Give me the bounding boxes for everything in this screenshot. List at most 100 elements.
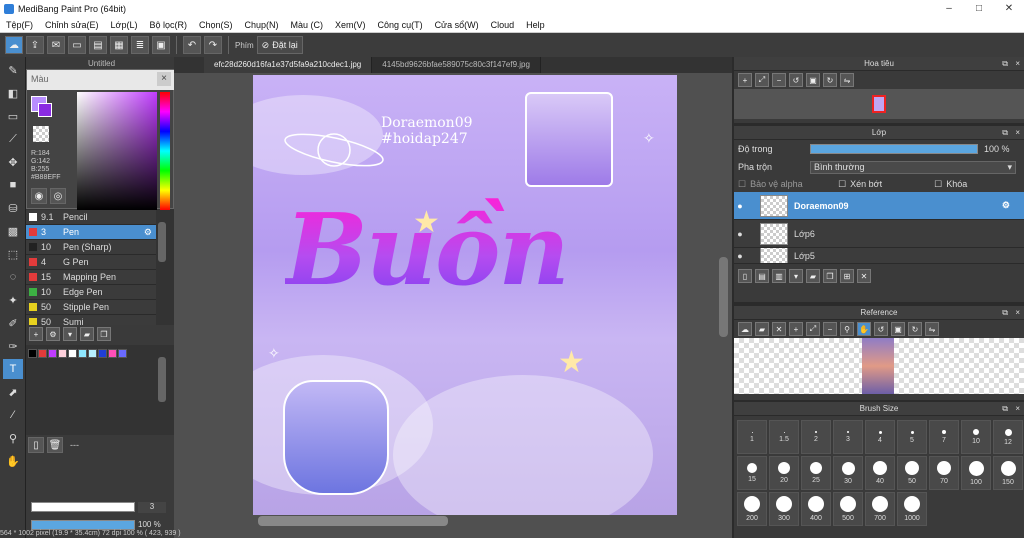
- layer-row[interactable]: ● Lớp6: [734, 220, 1024, 248]
- brush-size-value[interactable]: 3: [138, 502, 166, 513]
- protect-alpha-checkbox[interactable]: ☐: [738, 179, 746, 190]
- text-tool-icon[interactable]: T: [3, 359, 23, 379]
- menu-layer[interactable]: Lớp(L): [105, 20, 144, 30]
- popout-icon[interactable]: ⧉: [1002, 126, 1008, 140]
- brush-size-cell[interactable]: 20: [769, 456, 799, 490]
- share-icon[interactable]: ⇪: [26, 36, 44, 54]
- undo-icon[interactable]: ↶: [183, 36, 201, 54]
- cloud-icon[interactable]: ☁: [5, 36, 23, 54]
- gear-icon[interactable]: ⚙: [144, 227, 152, 238]
- brush-size-cell[interactable]: 700: [865, 492, 895, 526]
- menu-cloud[interactable]: Cloud: [485, 20, 521, 30]
- brush-size-slider[interactable]: [31, 502, 135, 512]
- color-wheel-icon[interactable]: ◎: [50, 188, 66, 204]
- brush-item[interactable]: 3 Pen ⚙: [26, 225, 156, 240]
- brush-item[interactable]: 4G Pen: [26, 255, 156, 270]
- brush-size-cell[interactable]: 5: [897, 420, 927, 454]
- brush-size-cell[interactable]: 200: [737, 492, 767, 526]
- grid-icon[interactable]: ▦: [110, 36, 128, 54]
- actual-size-icon[interactable]: ▣: [806, 73, 820, 87]
- hand-tool-icon[interactable]: ✋: [3, 451, 23, 471]
- palette-swatch[interactable]: [118, 349, 127, 358]
- brush-size-cell[interactable]: 40: [865, 456, 895, 490]
- menu-view[interactable]: Xem(V): [329, 20, 372, 30]
- flip-icon[interactable]: ⇋: [925, 322, 939, 336]
- copy-icon[interactable]: ❐: [97, 327, 111, 341]
- rectangle-tool-icon[interactable]: ▭: [3, 106, 23, 126]
- eyedropper-icon[interactable]: ⚲: [3, 428, 23, 448]
- menu-filter[interactable]: Bộ lọc(R): [143, 20, 193, 30]
- close-icon[interactable]: ×: [1015, 57, 1020, 71]
- duplicate-icon[interactable]: ❐: [823, 269, 837, 283]
- palette-scrollbar[interactable]: [158, 357, 166, 402]
- document-icon[interactable]: ▤: [89, 36, 107, 54]
- rotate-left-icon[interactable]: ↺: [789, 73, 803, 87]
- close-icon[interactable]: ×: [1015, 306, 1020, 320]
- brush-list-scrollbar[interactable]: [158, 222, 166, 262]
- zoom-out-icon[interactable]: −: [772, 73, 786, 87]
- new-8bit-layer-icon[interactable]: ▥: [772, 269, 786, 283]
- popout-icon[interactable]: ⧉: [1002, 57, 1008, 71]
- eye-icon[interactable]: ●: [734, 201, 746, 211]
- rotate-right-icon[interactable]: ↻: [823, 73, 837, 87]
- brush-size-cell[interactable]: 70: [929, 456, 959, 490]
- menu-file[interactable]: Tệp(F): [0, 20, 39, 30]
- select-tool-icon[interactable]: ⬚: [3, 244, 23, 264]
- eye-icon[interactable]: ●: [734, 251, 746, 261]
- divide-tool-icon[interactable]: ⁄: [3, 405, 23, 425]
- move-tool-icon[interactable]: ✥: [3, 152, 23, 172]
- brush-item[interactable]: 10 Edge Pen: [26, 285, 156, 300]
- lock-checkbox[interactable]: ☐: [934, 179, 942, 190]
- brush-size-cell[interactable]: 7: [929, 420, 959, 454]
- brush-size-cell[interactable]: 1000: [897, 492, 927, 526]
- bucket-tool-icon[interactable]: ⛁: [3, 198, 23, 218]
- transparent-swatch[interactable]: [33, 126, 49, 142]
- close-button[interactable]: ✕: [994, 0, 1024, 17]
- folder-icon[interactable]: ▰: [806, 269, 820, 283]
- gear-icon[interactable]: ⚙: [1002, 200, 1010, 211]
- close-image-icon[interactable]: ✕: [772, 322, 786, 336]
- palette-swatch[interactable]: [28, 349, 37, 358]
- palette-swatch[interactable]: [108, 349, 117, 358]
- gradient-tool-icon[interactable]: ▩: [3, 221, 23, 241]
- fit-icon[interactable]: ⤢: [806, 322, 820, 336]
- folder-icon[interactable]: ▰: [80, 327, 94, 341]
- clipping-checkbox[interactable]: ☐: [838, 179, 846, 190]
- trash-icon[interactable]: ✕: [857, 269, 871, 283]
- palette-swatch[interactable]: [68, 349, 77, 358]
- zoom-out-icon[interactable]: −: [823, 322, 837, 336]
- brush-size-cell[interactable]: 4: [865, 420, 895, 454]
- horizontal-scrollbar[interactable]: [258, 516, 448, 526]
- flip-icon[interactable]: ⇋: [840, 73, 854, 87]
- brush-size-cell[interactable]: 400: [801, 492, 831, 526]
- operation-tool-icon[interactable]: ⬈: [3, 382, 23, 402]
- brush-size-cell[interactable]: 1: [737, 420, 767, 454]
- open-folder-icon[interactable]: ▰: [755, 322, 769, 336]
- fill-shape-tool-icon[interactable]: ■: [3, 175, 23, 195]
- navigator-preview[interactable]: [734, 89, 1024, 119]
- artwork-canvas[interactable]: Doraemon09 #hoidap247 ★ ★ Buồn ✧ ✧: [253, 75, 677, 515]
- palette-swatch[interactable]: [88, 349, 97, 358]
- popout-icon[interactable]: ⧉: [1002, 306, 1008, 320]
- cloud-icon[interactable]: ☁: [738, 322, 752, 336]
- popout-icon[interactable]: ⧉: [1002, 402, 1008, 416]
- untitled-tab[interactable]: Untitled: [26, 57, 174, 69]
- brush-size-cell[interactable]: 500: [833, 492, 863, 526]
- eyedropper-icon[interactable]: ⚲: [840, 322, 854, 336]
- minimize-button[interactable]: –: [934, 0, 964, 17]
- layer-row[interactable]: ● Lớp5: [734, 248, 1024, 264]
- brush-settings-icon[interactable]: ⚙: [46, 327, 60, 341]
- close-icon[interactable]: ×: [1015, 402, 1020, 416]
- new-layer-icon[interactable]: ▯: [28, 437, 44, 453]
- list-icon[interactable]: ≣: [131, 36, 149, 54]
- menu-edit[interactable]: Chỉnh sửa(E): [39, 20, 105, 30]
- opacity-slider[interactable]: [31, 520, 135, 530]
- close-icon[interactable]: ×: [1015, 126, 1020, 140]
- brush-item[interactable]: 50 Stipple Pen: [26, 300, 156, 315]
- new-halftone-layer-icon[interactable]: ▤: [755, 269, 769, 283]
- comment-icon[interactable]: ✉: [47, 36, 65, 54]
- add-layer-dropdown-icon[interactable]: ▾: [789, 269, 803, 283]
- layer-opacity-slider[interactable]: [810, 144, 978, 154]
- eye-icon[interactable]: ●: [734, 229, 746, 239]
- maximize-button[interactable]: □: [964, 0, 994, 17]
